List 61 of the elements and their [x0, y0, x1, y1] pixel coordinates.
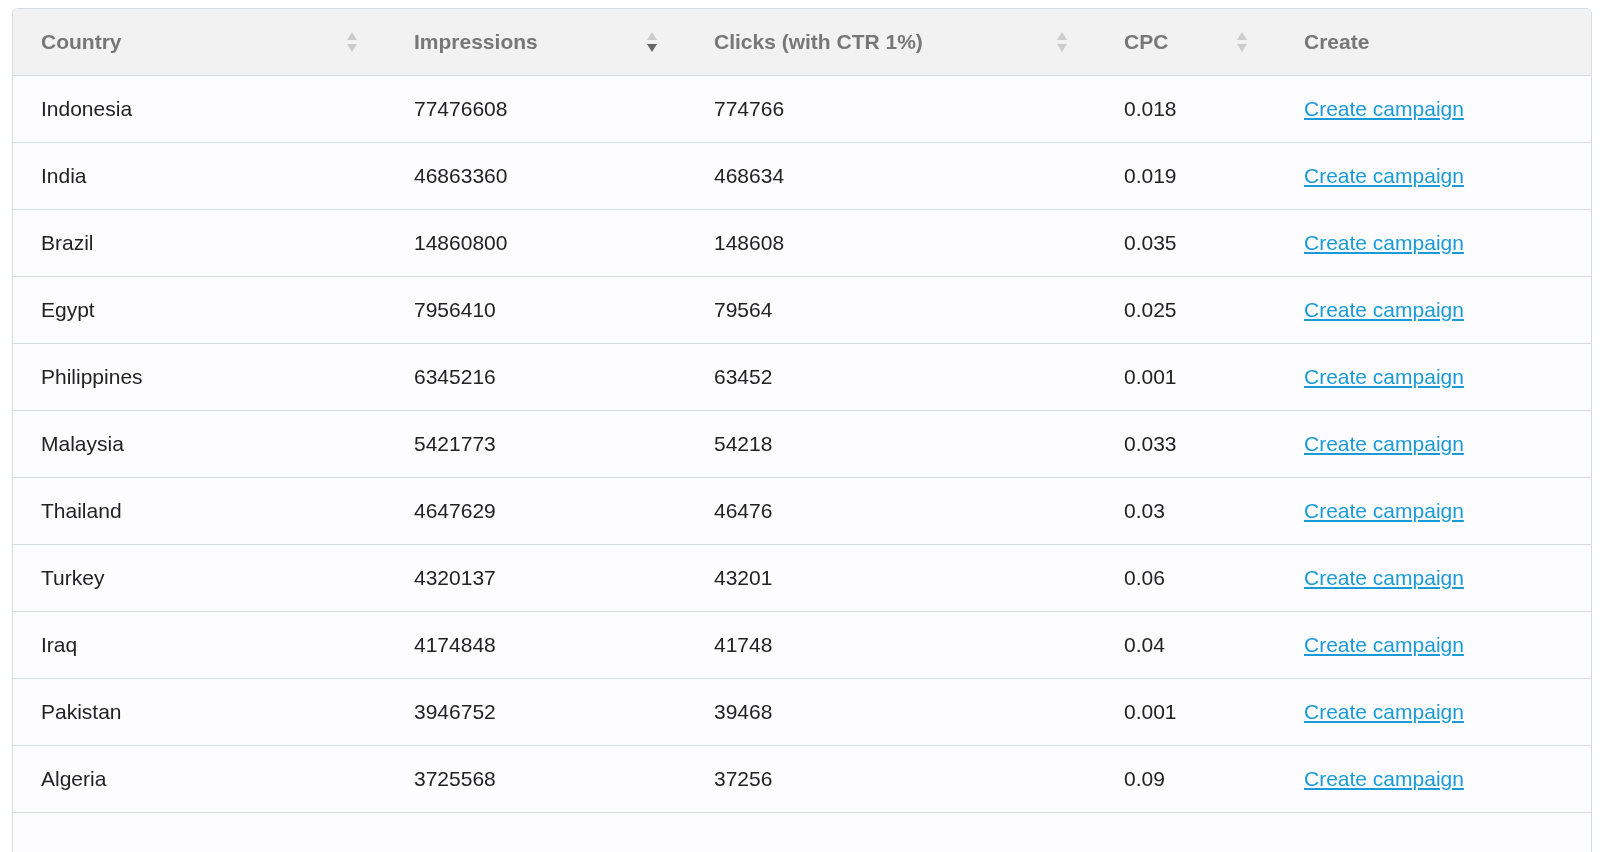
table-cell: 4320137: [414, 566, 496, 590]
create-campaign-link[interactable]: Create campaign: [1304, 164, 1464, 188]
table-cell: 0.001: [1124, 700, 1177, 724]
create-campaign-link[interactable]: Create campaign: [1304, 499, 1464, 523]
table-cell: Malaysia: [41, 432, 124, 456]
column-header: Create: [1304, 30, 1370, 54]
table-cell: 3946752: [414, 700, 496, 724]
table-cell: 0.033: [1124, 432, 1177, 456]
table-cell: 43201: [714, 566, 773, 590]
table-cell: 0.001: [1124, 365, 1177, 389]
create-campaign-link[interactable]: Create campaign: [1304, 633, 1464, 657]
table-cell: Indonesia: [41, 97, 133, 121]
create-campaign-link[interactable]: Create campaign: [1304, 767, 1464, 791]
table-cell: Pakistan: [41, 700, 122, 724]
sort-icon[interactable]: [646, 31, 658, 53]
table-cell: 7956410: [414, 298, 496, 322]
create-campaign-link[interactable]: Create campaign: [1304, 231, 1464, 255]
table-cell: 41748: [714, 633, 773, 657]
table-cell: Turkey: [41, 566, 105, 590]
table-cell: Philippines: [41, 365, 143, 389]
table-cell: 77476608: [414, 97, 508, 121]
column-header: CPC: [1124, 30, 1169, 54]
create-campaign-link[interactable]: Create campaign: [1304, 700, 1464, 724]
table-cell: 774766: [714, 97, 785, 121]
table-cell: 0.025: [1124, 298, 1177, 322]
table-cell: 46476: [714, 499, 773, 523]
table-cell: 6345216: [414, 365, 496, 389]
table-cell: 0.04: [1124, 633, 1165, 657]
table-cell: 0.09: [1124, 767, 1165, 791]
table-cell: 0.035: [1124, 231, 1177, 255]
table-cell: 79564: [714, 298, 773, 322]
table-cell: 37256: [714, 767, 773, 791]
create-campaign-link[interactable]: Create campaign: [1304, 298, 1464, 322]
table-cell: 468634: [714, 164, 785, 188]
create-campaign-link[interactable]: Create campaign: [1304, 365, 1464, 389]
table-cell: 148608: [714, 231, 785, 255]
create-campaign-link[interactable]: Create campaign: [1304, 566, 1464, 590]
table-cell: Egypt: [41, 298, 95, 322]
create-campaign-link[interactable]: Create campaign: [1304, 432, 1464, 456]
table-cell: 0.019: [1124, 164, 1177, 188]
table-cell: Brazil: [41, 231, 94, 255]
table-cell: 3725568: [414, 767, 496, 791]
table-cell: 4647629: [414, 499, 496, 523]
column-header: Country: [41, 30, 122, 54]
table-cell: 0.03: [1124, 499, 1165, 523]
column-header: Impressions: [414, 30, 538, 54]
table-cell: Algeria: [41, 767, 107, 791]
column-header: Clicks (with CTR 1%): [714, 30, 923, 54]
table-cell: 5421773: [414, 432, 496, 456]
table-cell: Iraq: [41, 633, 78, 657]
table-cell: India: [41, 164, 87, 188]
table-cell: 63452: [714, 365, 773, 389]
create-campaign-link[interactable]: Create campaign: [1304, 97, 1464, 121]
table-cell: 4174848: [414, 633, 496, 657]
table-cell: 39468: [714, 700, 773, 724]
table-cell: 0.06: [1124, 566, 1165, 590]
table-cell: 54218: [714, 432, 773, 456]
table-cell: 14860800: [414, 231, 508, 255]
table-cell: Thailand: [41, 499, 122, 523]
table-cell: 0.018: [1124, 97, 1177, 121]
table-cell: 46863360: [414, 164, 508, 188]
